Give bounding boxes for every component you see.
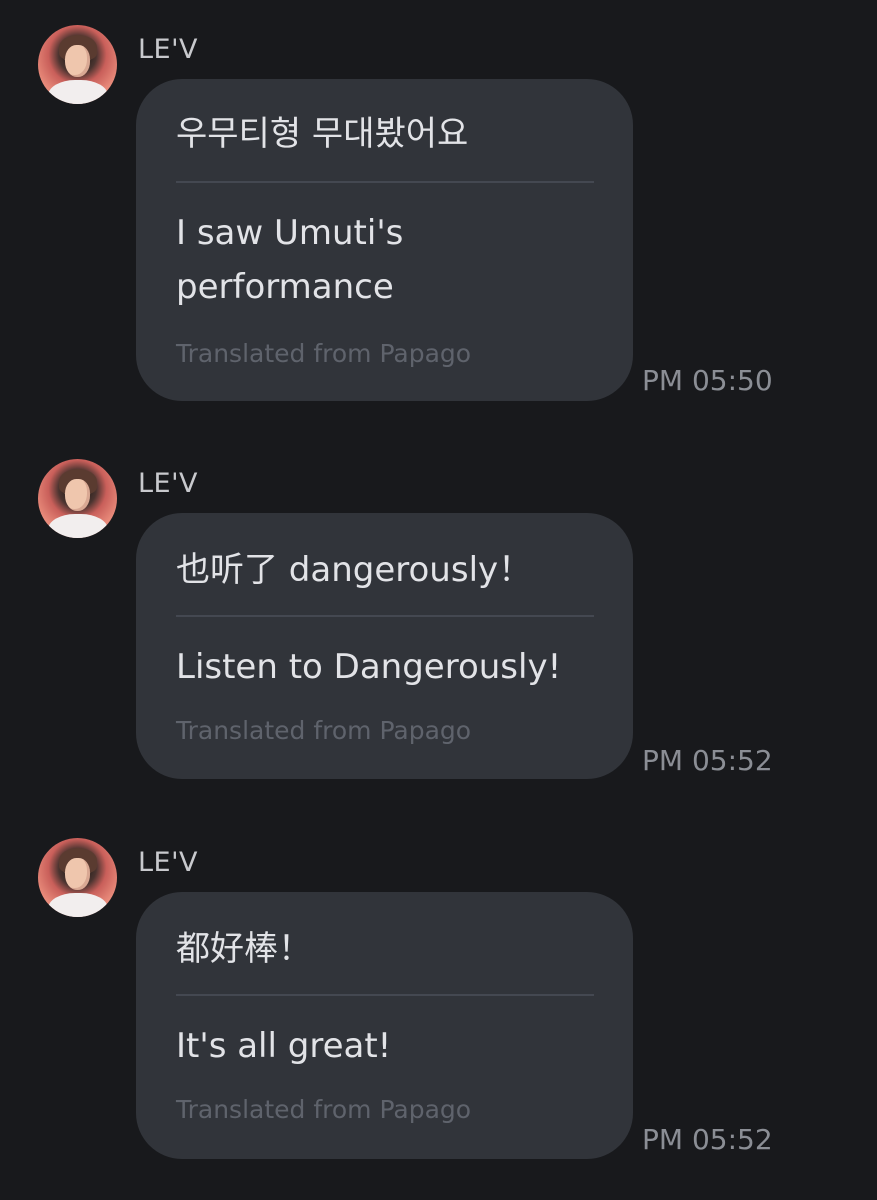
chat-message: LE'V 都好棒！ It's all great! Translated fro… <box>0 814 877 1174</box>
translation-divider <box>176 181 594 183</box>
translated-text: Listen to Dangerously! <box>176 647 562 687</box>
translation-credit: Translated from Papago <box>176 716 472 745</box>
translation-credit: Translated from Papago <box>176 339 472 368</box>
translation-divider <box>176 994 594 996</box>
original-text: 우무티형 무대봤어요 <box>176 114 469 154</box>
sender-name: LE'V <box>138 34 198 65</box>
translated-text: It's all great! <box>176 1026 392 1066</box>
message-bubble[interactable]: 都好棒！ It's all great! Translated from Pap… <box>136 892 633 1159</box>
translation-divider <box>176 615 594 617</box>
translation-credit: Translated from Papago <box>176 1095 472 1124</box>
sender-avatar[interactable] <box>38 459 117 538</box>
sender-name: LE'V <box>138 468 198 499</box>
sender-avatar[interactable] <box>38 25 117 104</box>
message-timestamp: PM 05:50 <box>642 364 773 397</box>
chat-message: LE'V 也听了 dangerously！ Listen to Dangerou… <box>0 435 877 795</box>
original-text: 都好棒！ <box>176 929 312 969</box>
translated-text: I saw Umuti's performance <box>176 213 404 307</box>
original-text: 也听了 dangerously！ <box>176 550 533 590</box>
message-bubble[interactable]: 也听了 dangerously！ Listen to Dangerously! … <box>136 513 633 779</box>
message-bubble[interactable]: 우무티형 무대봤어요 I saw Umuti's performance Tra… <box>136 79 633 401</box>
message-timestamp: PM 05:52 <box>642 1123 773 1156</box>
message-timestamp: PM 05:52 <box>642 744 773 777</box>
sender-avatar[interactable] <box>38 838 117 917</box>
chat-message: LE'V 우무티형 무대봤어요 I saw Umuti's performanc… <box>0 0 877 420</box>
sender-name: LE'V <box>138 847 198 878</box>
